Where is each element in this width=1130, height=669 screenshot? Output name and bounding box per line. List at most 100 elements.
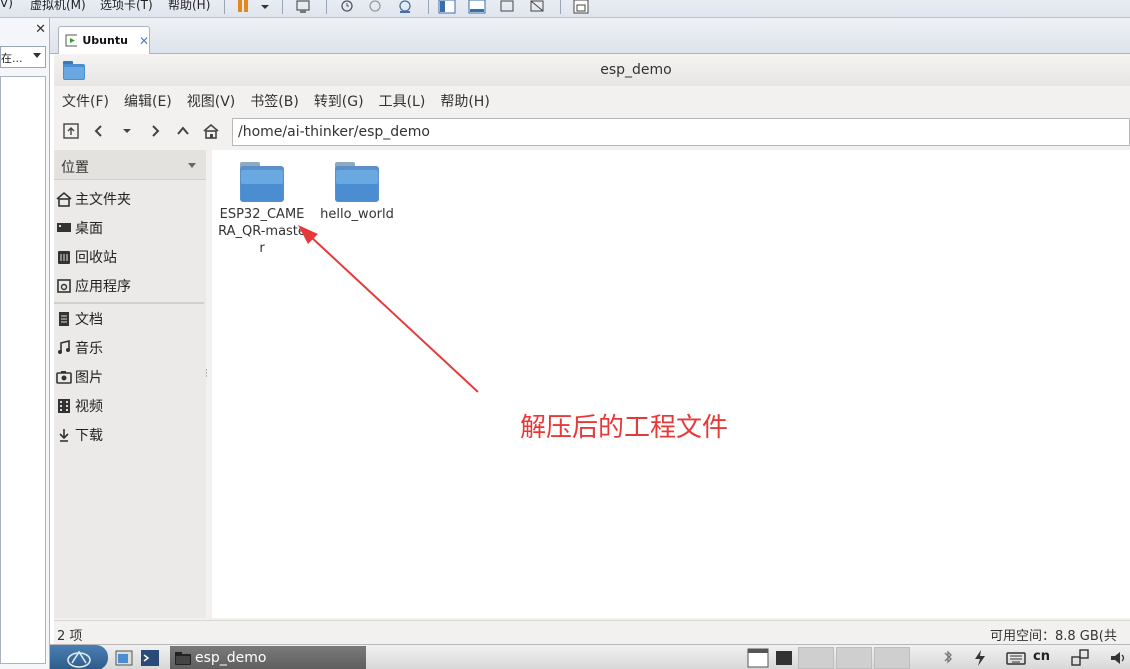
sidebar-separator: [54, 302, 204, 304]
vm-menu-view[interactable]: V): [0, 0, 13, 10]
free-space: 可用空间：8.8 GB(共: [990, 629, 1117, 644]
taskbar-window-esp-demo[interactable]: esp_demo: [170, 646, 366, 669]
sidebar-item-label: 文档: [75, 312, 103, 328]
sidebar-item-applications[interactable]: 应用程序: [56, 274, 204, 298]
tab-label: Ubuntu: [82, 34, 128, 47]
folder-icon: [175, 651, 191, 665]
menu-bookmarks[interactable]: 书签(B): [250, 88, 306, 112]
revert-snapshot-icon[interactable]: [364, 0, 386, 14]
library-view-icon[interactable]: [436, 0, 458, 14]
thumbnail-view-icon[interactable]: [466, 0, 488, 14]
sidebar-item-downloads[interactable]: 下载: [56, 423, 204, 447]
library-search-text: 在...: [1, 52, 23, 65]
forward-icon[interactable]: [141, 117, 169, 145]
start-menu-button[interactable]: [50, 645, 108, 669]
sidebar-item-videos[interactable]: 视频: [56, 394, 204, 418]
chevron-down-icon[interactable]: [33, 53, 41, 58]
vm-running-icon: [65, 34, 78, 46]
location-input[interactable]: /home/ai-thinker/esp_demo: [232, 118, 1130, 146]
menu-file[interactable]: 文件(F): [62, 88, 116, 112]
chevron-down-icon[interactable]: [254, 0, 276, 14]
home-icon: [56, 191, 72, 207]
close-icon[interactable]: ✕: [35, 22, 46, 37]
pause-icon[interactable]: [232, 0, 254, 14]
library-tree[interactable]: [0, 76, 46, 664]
network-icon[interactable]: [1070, 648, 1090, 668]
sidebar-item-desktop[interactable]: 桌面: [56, 216, 204, 240]
documents-icon: [56, 311, 72, 327]
open-parent-icon[interactable]: [57, 117, 85, 145]
workspace-cell[interactable]: [874, 647, 910, 669]
annotation-caption: 解压后的工程文件: [520, 413, 729, 443]
sidebar-mode-selector[interactable]: 位置: [54, 150, 206, 180]
power-icon[interactable]: [970, 648, 990, 668]
chevron-down-icon[interactable]: [188, 163, 196, 168]
file-name: ESP32_CAMERA_QR-master: [218, 207, 306, 256]
file-view[interactable]: ESP32_CAMERA_QR-master hello_world: [212, 150, 1130, 618]
workspace-switcher[interactable]: [746, 647, 934, 669]
vm-menu-help[interactable]: 帮助(H): [168, 0, 210, 13]
window-title: esp_demo: [600, 62, 672, 78]
workspace-cell[interactable]: [798, 647, 834, 669]
sidebar-item-label: 图片: [75, 370, 103, 386]
file-item[interactable]: hello_world: [311, 160, 403, 223]
up-icon[interactable]: [169, 117, 197, 145]
toolbar-separator: [282, 0, 283, 14]
console-view-icon[interactable]: [570, 0, 592, 14]
menu-go[interactable]: 转到(G): [314, 88, 371, 112]
chevron-down-icon[interactable]: [113, 117, 141, 145]
file-manager-launcher-icon[interactable]: [114, 648, 134, 668]
toolbar-separator: [560, 0, 561, 14]
file-name: hello_world: [320, 207, 394, 222]
sidebar-item-pictures[interactable]: 图片: [56, 365, 204, 389]
file-item[interactable]: ESP32_CAMERA_QR-master: [216, 160, 308, 257]
desktop-preview-icon[interactable]: [746, 647, 770, 669]
sidebar-item-home[interactable]: 主文件夹: [56, 187, 204, 211]
window-titlebar[interactable]: esp_demo: [54, 54, 1130, 86]
bluetooth-icon[interactable]: [938, 648, 958, 668]
places-sidebar: 位置 主文件夹 桌面 回收站 应用程序 文档 音乐 图片 视频 下载 · · ·: [54, 150, 208, 618]
menu-view[interactable]: 视图(V): [187, 88, 243, 112]
home-icon[interactable]: [197, 117, 225, 145]
sidebar-item-label: 主文件夹: [75, 192, 131, 208]
applications-icon: [56, 278, 72, 294]
snapshot-manager-icon[interactable]: [394, 0, 416, 14]
folder-icon[interactable]: [772, 647, 796, 669]
videos-icon: [56, 398, 72, 414]
folder-icon: [335, 162, 379, 202]
close-icon[interactable]: ✕: [139, 34, 149, 48]
library-search-input[interactable]: 在...: [0, 46, 46, 68]
vmware-tab-strip: Ubuntu ✕: [50, 18, 1130, 54]
sidebar-item-trash[interactable]: 回收站: [56, 245, 204, 269]
item-count: 2 项: [57, 629, 83, 644]
desktop-icon: [56, 220, 72, 236]
sidebar-header-label: 位置: [61, 160, 89, 176]
menubar: 文件(F) 编辑(E) 视图(V) 书签(B) 转到(G) 工具(L) 帮助(H…: [54, 88, 1130, 112]
file-manager-window: esp_demo 文件(F) 编辑(E) 视图(V) 书签(B) 转到(G) 工…: [54, 54, 1130, 644]
unity-icon[interactable]: [526, 0, 548, 14]
taskbar-window-label: esp_demo: [195, 649, 267, 666]
keyboard-icon[interactable]: [1006, 648, 1026, 668]
sidebar-item-documents[interactable]: 文档: [56, 307, 204, 331]
vmware-library-panel: ✕ 在...: [0, 18, 50, 669]
volume-icon[interactable]: [1108, 648, 1128, 668]
snapshot-icon[interactable]: [336, 0, 358, 14]
sidebar-item-label: 回收站: [75, 250, 117, 266]
pictures-icon: [56, 369, 72, 385]
workspace-cell[interactable]: [836, 647, 872, 669]
input-method-indicator[interactable]: cn: [1033, 649, 1050, 664]
vm-menu-tabs[interactable]: 选项卡(T): [100, 0, 153, 13]
back-icon[interactable]: [85, 117, 113, 145]
menu-edit[interactable]: 编辑(E): [124, 88, 179, 112]
vm-menu-vm[interactable]: 虚拟机(M): [30, 0, 86, 13]
menu-help[interactable]: 帮助(H): [440, 88, 496, 112]
sidebar-item-music[interactable]: 音乐: [56, 336, 204, 360]
toolbar-separator: [428, 0, 429, 14]
fullscreen-icon[interactable]: [496, 0, 518, 14]
sidebar-resize-handle[interactable]: · · ·: [205, 367, 208, 382]
send-keys-icon[interactable]: [292, 0, 314, 14]
toolbar-separator: [224, 0, 225, 14]
menu-tools[interactable]: 工具(L): [379, 88, 433, 112]
terminal-launcher-icon[interactable]: [140, 648, 160, 668]
tab-ubuntu[interactable]: Ubuntu ✕: [58, 26, 150, 54]
